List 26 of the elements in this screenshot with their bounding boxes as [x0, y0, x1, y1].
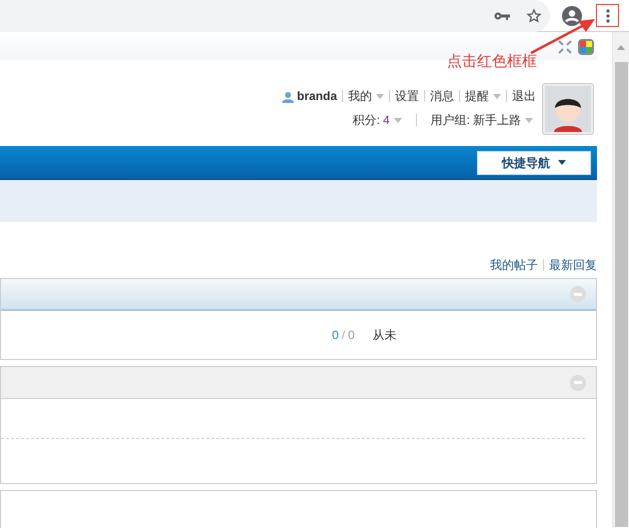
quick-nav-button[interactable]: 快捷导航	[477, 150, 591, 174]
avatar[interactable]	[542, 83, 594, 135]
username-link[interactable]: branda	[296, 87, 337, 105]
user-menu-link[interactable]: 设置	[395, 87, 419, 105]
caret-icon[interactable]	[394, 118, 402, 122]
user-menu-link[interactable]: 提醒	[465, 87, 489, 105]
thread-link[interactable]: 最新回复	[549, 256, 597, 274]
view-count: 0	[348, 327, 355, 344]
user-menu-link[interactable]: 退出	[512, 87, 536, 105]
scrollbar-thumb[interactable]	[614, 62, 628, 527]
annotation-text: 点击红色框框	[447, 52, 537, 72]
separator-text: /	[342, 327, 346, 344]
reply-count: 0	[332, 327, 339, 344]
user-menu-link[interactable]: 消息	[430, 87, 454, 105]
caret-icon[interactable]	[493, 94, 501, 98]
user-group-value[interactable]: 新手上路	[473, 111, 521, 129]
points-label: 积分:	[352, 112, 380, 129]
points-value[interactable]: 4	[382, 111, 390, 129]
menu-icon[interactable]	[596, 4, 619, 27]
caret-icon[interactable]	[376, 94, 384, 98]
user-menu-link[interactable]: 我的	[348, 87, 372, 105]
thread-link[interactable]: 我的帖子	[490, 256, 538, 274]
caret-icon[interactable]	[525, 118, 533, 122]
last-post-time: 从未	[372, 327, 397, 344]
user-group-label: 用户组:	[430, 112, 470, 129]
color-palette-icon[interactable]	[578, 37, 594, 55]
